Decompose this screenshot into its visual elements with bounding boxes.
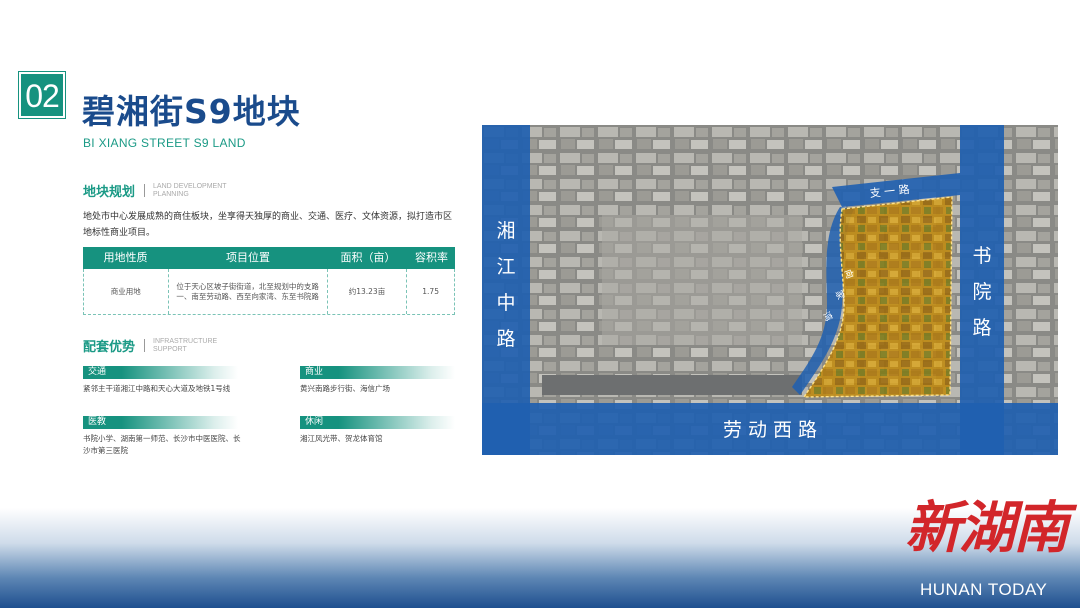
heading-divider [144, 184, 146, 197]
table-header-cell: 容积率 [415, 251, 448, 264]
section-number-badge: 02 [18, 71, 66, 119]
advantage-text-commerce: 黄兴南路步行街、海信广场 [300, 384, 390, 393]
heading-divider [144, 339, 146, 352]
land-planning-description: 地处市中心发展成熟的商住板块，坐享得天独厚的商业、交通、医疗、文体资源，拟打造市… [83, 212, 453, 238]
infrastructure-en-line1: INFRASTRUCTURE [153, 337, 218, 345]
table-cell-plot-ratio: 1.75 [422, 286, 439, 296]
table-header-row: 用地性质 项目位置 面积（亩） 容积率 [83, 247, 455, 269]
table-header-cell: 项目位置 [226, 251, 270, 264]
infrastructure-en-line2: SUPPORT [153, 345, 187, 353]
aerial-site-map: 湘 江 中 路 书 院 路 劳 动 西 路 支 一 路 向 家 湾 [482, 125, 1058, 455]
road-label-east-2: 院 [972, 281, 991, 303]
infrastructure-heading: 配套优势 INFRASTRUCTURE SUPPORT [83, 336, 243, 356]
land-planning-title-en: LAND DEVELOPMENT PLANNING [153, 183, 243, 199]
road-label-west-2: 江 [496, 256, 515, 278]
site-map-svg: 湘 江 中 路 书 院 路 劳 动 西 路 支 一 路 向 家 湾 [482, 125, 1058, 455]
table-header-cell: 用地性质 [103, 251, 148, 264]
table-cell-location: 位于天心区坡子街街道，北至规划中的支路一、南至劳动路、西至向家湾、东至书院路 [169, 269, 328, 314]
land-info-table: 用地性质 项目位置 面积（亩） 容积率 商业用地 位于天心区坡子街街道，北至规划… [83, 247, 455, 315]
table-cell-land-use: 商业用地 [84, 269, 169, 314]
land-planning-heading: 地块规划 LAND DEVELOPMENT PLANNING [83, 181, 243, 201]
road-label-east-3: 路 [972, 317, 991, 339]
page-subtitle-en: BI XIANG STREET S9 LAND [83, 136, 246, 150]
advantage-label-medical-edu: 医教 [83, 416, 238, 429]
page-title: 碧湘街S9地块 [82, 92, 301, 131]
infrastructure-title: 配套优势 [83, 340, 136, 355]
advantage-label-leisure: 休闲 [300, 416, 455, 429]
road-label-east-1: 书 [972, 245, 991, 267]
table-header-cell: 面积（亩） [340, 251, 396, 264]
advantage-text-leisure: 湘江风光带、贺龙体育馆 [300, 434, 383, 443]
hunan-today-logo: 新湖南 [905, 495, 1069, 561]
advantage-label-commerce: 商业 [300, 366, 455, 379]
advantage-text-medical-edu: 书院小学、湖南第一师范、长沙市中医医院、长沙市第三医院 [83, 434, 241, 455]
table-row: 商业用地 位于天心区坡子街街道，北至规划中的支路一、南至劳动路、西至向家湾、东至… [83, 269, 455, 315]
residential-complex [602, 215, 802, 345]
infrastructure-title-en: INFRASTRUCTURE SUPPORT [153, 338, 243, 354]
road-label-south: 劳 动 西 路 [723, 419, 817, 441]
advantage-label-transport: 交通 [83, 366, 238, 379]
land-planning-en-line1: LAND DEVELOPMENT [153, 182, 227, 190]
road-label-west-4: 路 [496, 328, 515, 350]
parking-lot [542, 375, 802, 395]
advantage-text-transport: 紧邻主干道湘江中路和天心大道及地铁1号线 [83, 384, 231, 393]
land-planning-en-line2: PLANNING [153, 190, 189, 198]
land-planning-title: 地块规划 [83, 185, 136, 200]
hunan-today-logo-en: HUNAN TODAY [920, 580, 1048, 599]
table-cell-area: 约13.23亩 [328, 269, 408, 314]
road-label-west-1: 湘 [496, 220, 515, 242]
road-label-west-3: 中 [496, 292, 515, 314]
